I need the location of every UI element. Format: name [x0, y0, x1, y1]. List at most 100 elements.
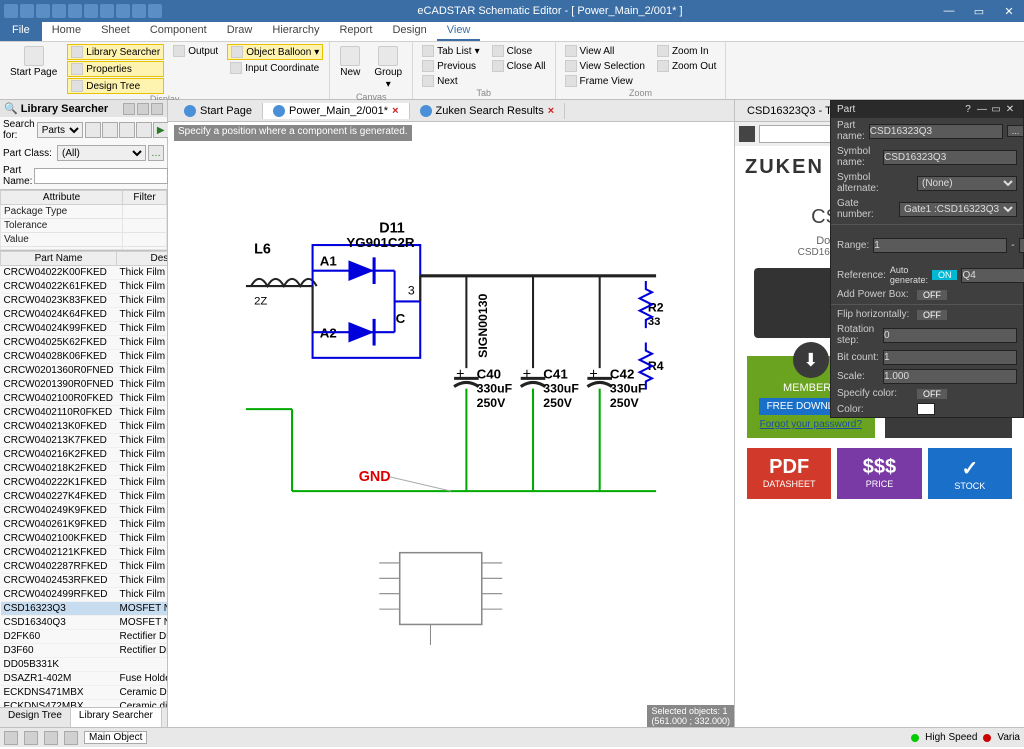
scale-field[interactable] — [883, 369, 1017, 384]
previous-button[interactable]: Previous — [419, 59, 483, 73]
design-tree-button[interactable]: Design Tree — [67, 78, 164, 94]
part-row[interactable]: CRCW0402110R0FKEDThick Film Resistors - … — [1, 406, 168, 420]
symbol-alt-select[interactable]: (None) — [917, 176, 1017, 191]
pin-icon[interactable] — [137, 103, 149, 115]
part-list[interactable]: Part NameDescription CRCW04022K00FKEDThi… — [0, 250, 167, 707]
part-row[interactable]: D2FK60Rectifier Diode — [1, 630, 168, 644]
part-row[interactable]: CRCW0402499RFKEDThick Film Resistors - S — [1, 588, 168, 602]
frame-view-button[interactable]: Frame View — [562, 74, 648, 88]
next-button[interactable]: Next — [419, 74, 483, 88]
part-row[interactable]: CRCW040213K7FKEDThick Film Resistors - S — [1, 434, 168, 448]
home-icon[interactable] — [739, 126, 755, 142]
part-row[interactable]: DD05B331K — [1, 658, 168, 672]
part-row[interactable]: CRCW0201360R0FNEDThick Film Resistors - … — [1, 364, 168, 378]
part-row[interactable]: CRCW0402100KFKEDThick Film Resistors - S — [1, 532, 168, 546]
status-icon[interactable] — [44, 731, 58, 745]
gate-select[interactable]: Gate1 :CSD16323Q3 — [899, 202, 1017, 217]
part-row[interactable]: CRCW040227K4FKEDThick Film Resistors - S — [1, 490, 168, 504]
close-button[interactable]: Close — [489, 44, 549, 58]
close-panel-icon[interactable] — [151, 103, 163, 115]
part-row[interactable]: CRCW04025K62FKEDThick Film Resistors - S — [1, 336, 168, 350]
close-tab-icon[interactable]: × — [548, 105, 554, 117]
qat-icon[interactable] — [4, 4, 18, 18]
add-power-box-toggle[interactable]: OFF — [917, 290, 947, 300]
input-coordinate-button[interactable]: Input Coordinate — [227, 61, 323, 75]
range-from[interactable] — [873, 238, 1007, 253]
part-row[interactable]: ECKDNS471MBXCeramic Disk Capacitor — [1, 686, 168, 700]
browse-button[interactable]: ... — [1007, 125, 1024, 137]
part-name-field[interactable] — [869, 124, 1003, 139]
part-row[interactable]: D3F60Rectifier Diode VRM=6V — [1, 644, 168, 658]
ribbon-tab-home[interactable]: Home — [42, 22, 91, 41]
status-icon[interactable] — [4, 731, 18, 745]
ribbon-tab-design[interactable]: Design — [382, 22, 436, 41]
help-icon[interactable]: ? — [961, 104, 975, 115]
attr-filter[interactable] — [123, 219, 167, 233]
qat-icon[interactable] — [132, 4, 146, 18]
action-btn[interactable] — [136, 122, 152, 138]
new-canvas-button[interactable]: New — [336, 44, 364, 80]
part-row[interactable]: CRCW0402100R0FKEDThick Film Resistors - … — [1, 392, 168, 406]
attr-name[interactable]: Value — [1, 233, 123, 247]
qat-icon[interactable] — [36, 4, 50, 18]
qat-icon[interactable] — [148, 4, 162, 18]
flip-toggle[interactable]: OFF — [917, 310, 947, 320]
part-row[interactable]: CRCW040216K2FKEDThick Film Resistors - S — [1, 448, 168, 462]
minimize-icon[interactable]: — — [975, 104, 989, 115]
object-balloon-button[interactable]: Object Balloon ▾ — [227, 44, 323, 60]
part-row[interactable]: CRCW0402453RFKEDThick Film Resistors - S — [1, 574, 168, 588]
part-name-input[interactable] — [34, 168, 168, 184]
part-row[interactable]: CRCW040261K9FKEDThick Film Resistors - S — [1, 518, 168, 532]
qat-icon[interactable] — [68, 4, 82, 18]
view-selection-button[interactable]: View Selection — [562, 59, 648, 73]
close-button[interactable]: ✕ — [994, 5, 1024, 18]
schematic-canvas[interactable]: Specify a position where a component is … — [168, 122, 734, 727]
start-page-button[interactable]: Start Page — [6, 44, 61, 80]
doc-tab-zuken[interactable]: Zuken Search Results× — [410, 103, 566, 119]
run-search-button[interactable]: ▶ — [153, 122, 169, 138]
attr-filter[interactable] — [123, 233, 167, 247]
output-button[interactable]: Output — [170, 44, 221, 58]
price-tile[interactable]: $$$PRICE — [837, 448, 921, 499]
refresh-icon[interactable] — [123, 103, 135, 115]
part-row[interactable]: CRCW040249K9FKEDThick Film Resistors - S — [1, 504, 168, 518]
maximize-icon[interactable]: ▭ — [989, 104, 1003, 115]
forgot-link[interactable]: Forgot your password? — [760, 419, 862, 430]
auto-generate-toggle[interactable]: ON — [932, 270, 958, 280]
part-row[interactable]: CRCW040213K0FKEDThick Film Resistors - S — [1, 420, 168, 434]
part-row[interactable]: CRCW040218K2FKEDThick Film Resistors - S — [1, 462, 168, 476]
part-row[interactable]: ECKDNS472MBXCeramic disk Capacitor — [1, 700, 168, 708]
part-class-select[interactable]: (All) — [57, 145, 146, 161]
symbol-name-field[interactable] — [883, 150, 1017, 165]
doc-tab-start[interactable]: Start Page — [174, 103, 263, 119]
quick-access-toolbar[interactable] — [0, 4, 166, 18]
part-row[interactable]: CRCW04022K61FKEDThick Film Resistors - S — [1, 280, 168, 294]
library-searcher-tab[interactable]: Library Searcher — [71, 708, 162, 727]
group-canvas-button[interactable]: Group▾ — [370, 44, 406, 92]
file-tab[interactable]: File — [0, 22, 42, 41]
part-row[interactable]: CRCW0201390R0FNEDThick Film Resistors - … — [1, 378, 168, 392]
part-row[interactable]: CRCW0402121KFKEDThick Film Resistors - S — [1, 546, 168, 560]
part-row[interactable]: CSD16323Q3MOSFET N-Ch NexFET — [1, 602, 168, 616]
action-btn[interactable] — [85, 122, 101, 138]
attr-filter[interactable] — [123, 205, 167, 219]
search-for-select[interactable]: Parts — [37, 122, 83, 138]
part-row[interactable]: CRCW04024K64FKEDThick Film Resistors - S — [1, 308, 168, 322]
ref-field[interactable] — [961, 268, 1024, 283]
close-all-button[interactable]: Close All — [489, 59, 549, 73]
part-row[interactable]: DSAZR1-402MFuse Holder — [1, 672, 168, 686]
specify-color-toggle[interactable]: OFF — [917, 389, 947, 399]
bitcount-field[interactable] — [883, 350, 1017, 365]
part-row[interactable]: CRCW04024K99FKEDThick Film Resistors - S — [1, 322, 168, 336]
ribbon-tab-draw[interactable]: Draw — [217, 22, 263, 41]
package-image[interactable] — [754, 268, 834, 338]
qat-icon[interactable] — [116, 4, 130, 18]
ribbon-tab-report[interactable]: Report — [329, 22, 382, 41]
stock-tile[interactable]: ✓STOCK — [928, 448, 1012, 499]
ribbon-tab-hierarchy[interactable]: Hierarchy — [262, 22, 329, 41]
minimize-button[interactable]: — — [934, 5, 964, 18]
action-btn[interactable] — [102, 122, 118, 138]
ribbon-tab-sheet[interactable]: Sheet — [91, 22, 140, 41]
attr-name[interactable]: Tolerance — [1, 219, 123, 233]
design-tree-tab[interactable]: Design Tree — [0, 708, 71, 727]
